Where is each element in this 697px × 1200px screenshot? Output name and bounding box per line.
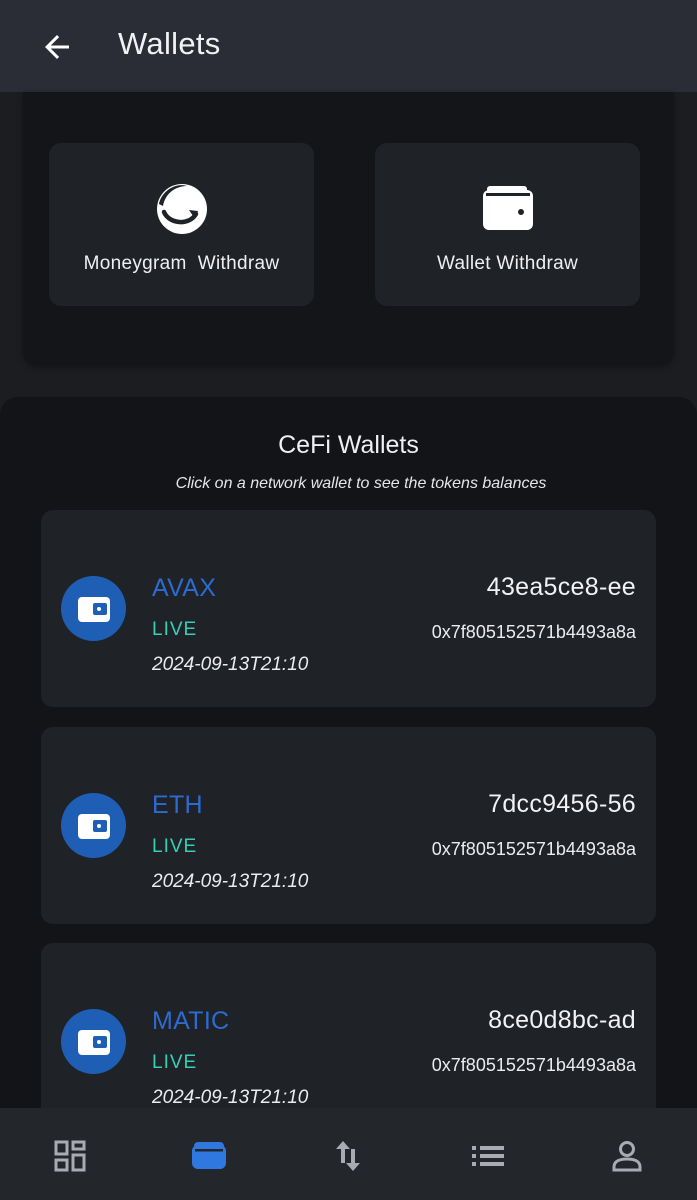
- wallet-avatar: [61, 576, 126, 641]
- nav-profile[interactable]: [603, 1132, 651, 1180]
- wallet-address: 0x7f805152571b4493a8a: [431, 839, 636, 859]
- wallet-card-eth[interactable]: ETH LIVE 2024-09-13T21:10 7dcc9456-56 0x…: [41, 727, 656, 924]
- bottom-nav: [0, 1108, 697, 1200]
- dashboard-icon: [54, 1140, 86, 1172]
- wallet-withdraw-button[interactable]: Wallet Withdraw: [375, 143, 640, 306]
- wallet-network: MATIC: [152, 1007, 230, 1035]
- wallet-icon: [480, 181, 536, 237]
- moneygram-icon: [154, 181, 210, 237]
- transfer-arrows-icon: [336, 1141, 360, 1171]
- wallet-date: 2024-09-13T21:10: [152, 1087, 309, 1108]
- wallet-status: LIVE: [152, 619, 198, 640]
- nav-dashboard[interactable]: [46, 1132, 94, 1180]
- wallet-date: 2024-09-13T21:10: [152, 654, 309, 675]
- cefi-wallets-section: CeFi Wallets Click on a network wallet t…: [0, 397, 697, 1140]
- nav-wallets[interactable]: [185, 1132, 233, 1180]
- withdraw-actions-panel: Moneygram Withdraw Wallet Withdraw: [23, 92, 674, 365]
- section-subtitle: Click on a network wallet to see the tok…: [175, 475, 547, 492]
- wallet-icon: [77, 813, 110, 839]
- app-header: Wallets: [0, 0, 697, 92]
- wallet-network: ETH: [152, 791, 203, 819]
- wallet-avatar: [61, 1009, 126, 1074]
- wallet-address: 0x7f805152571b4493a8a: [431, 622, 636, 642]
- wallet-icon: [77, 596, 110, 622]
- wallet-status: LIVE: [152, 836, 198, 857]
- arrow-left-icon: [45, 35, 69, 59]
- list-icon: [472, 1146, 504, 1166]
- moneygram-withdraw-button[interactable]: Moneygram Withdraw: [49, 143, 314, 306]
- wallet-withdraw-label: Wallet Withdraw: [436, 253, 579, 274]
- wallet-address: 0x7f805152571b4493a8a: [431, 1055, 636, 1075]
- wallet-id: 7dcc9456-56: [488, 790, 636, 818]
- wallet-icon: [77, 1029, 110, 1055]
- wallet-id: 8ce0d8bc-ad: [488, 1006, 636, 1034]
- nav-list[interactable]: [464, 1132, 512, 1180]
- wallets-screen: Wallets Moneygram Withdraw Wallet Withdr…: [0, 0, 697, 1200]
- wallet-card-avax[interactable]: AVAX LIVE 2024-09-13T21:10 43ea5ce8-ee 0…: [41, 510, 656, 707]
- back-button[interactable]: [36, 26, 78, 68]
- wallet-avatar: [61, 793, 126, 858]
- page-title: Wallets: [118, 26, 221, 61]
- wallet-status: LIVE: [152, 1052, 198, 1073]
- nav-transfers[interactable]: [324, 1132, 372, 1180]
- wallet-id: 43ea5ce8-ee: [486, 573, 636, 601]
- wallet-icon: [192, 1142, 226, 1169]
- wallet-network: AVAX: [152, 574, 217, 602]
- profile-icon: [612, 1141, 642, 1172]
- section-title: CeFi Wallets: [278, 431, 419, 459]
- moneygram-withdraw-label: Moneygram Withdraw: [83, 253, 280, 274]
- wallet-date: 2024-09-13T21:10: [152, 871, 309, 892]
